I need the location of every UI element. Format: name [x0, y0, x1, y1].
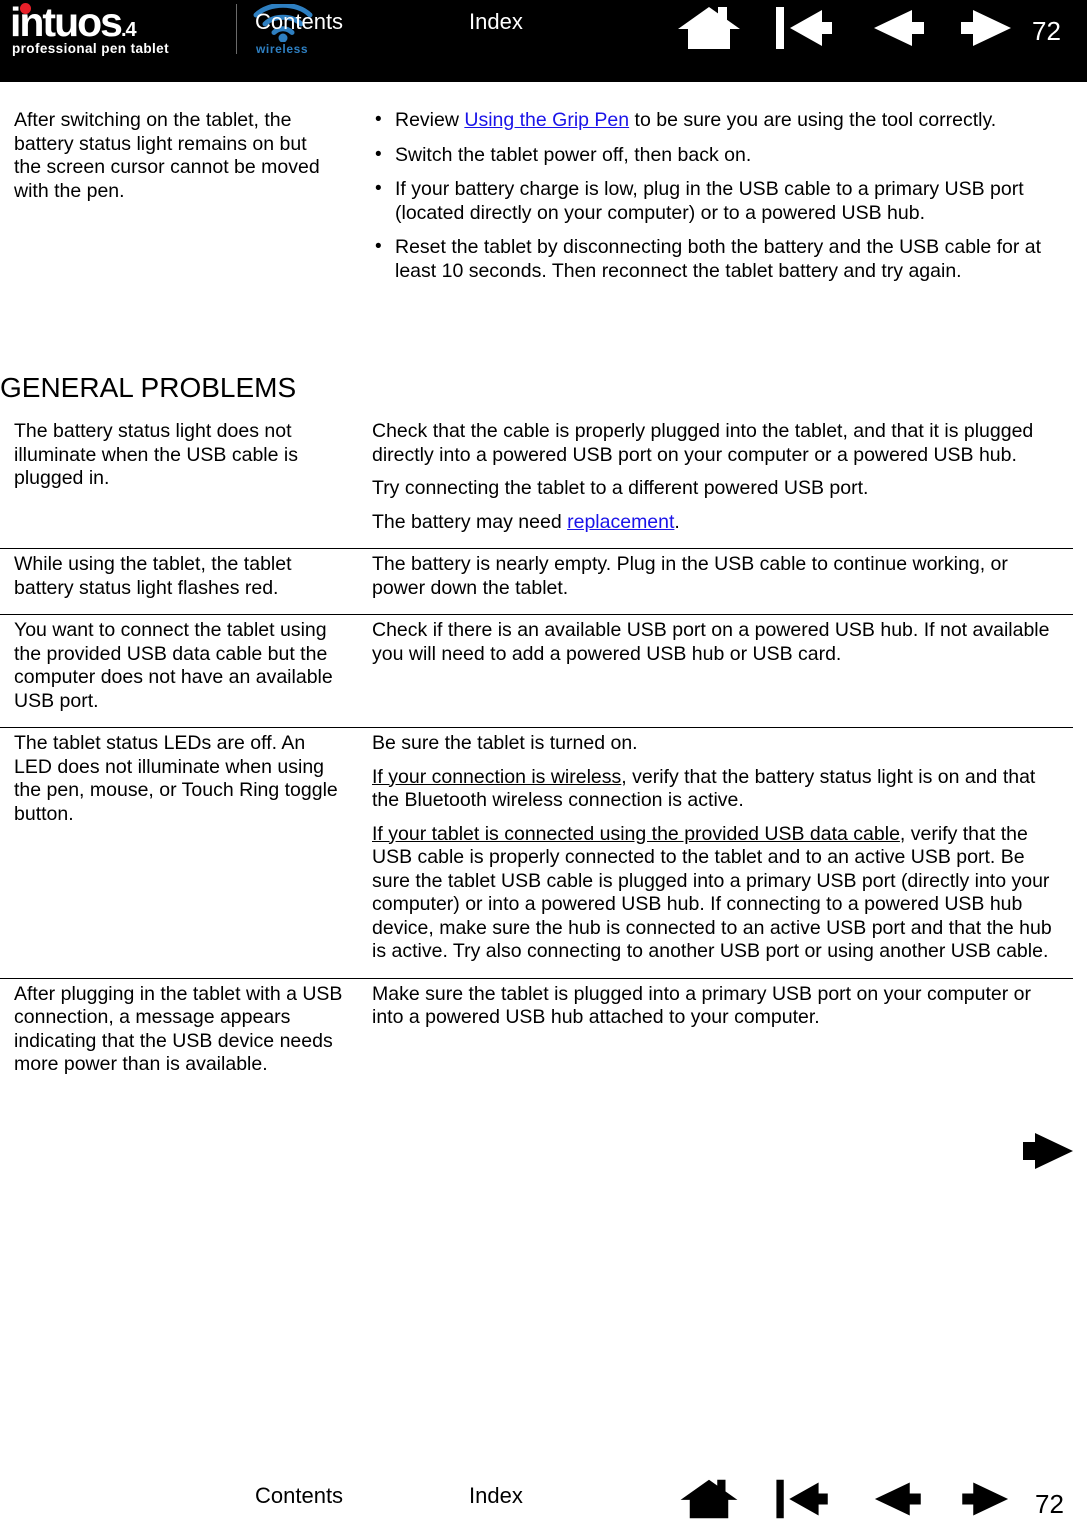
footer-home-icon[interactable]	[676, 1477, 742, 1521]
solution-text-pre: If your battery charge is low, plug in t…	[395, 178, 1024, 224]
footer-contents-link[interactable]: Contents	[255, 1485, 343, 1507]
table-row: The tablet status LEDs are off. An LED d…	[0, 727, 1073, 978]
table-cell-symptom: The battery status light does not illumi…	[14, 420, 298, 489]
solution-paragraph: If your tablet is connected using the pr…	[372, 823, 1063, 964]
header-next-page-icon[interactable]	[957, 4, 1019, 52]
table-cell-solution: Be sure the tablet is turned on. If your…	[358, 727, 1073, 978]
header-index-link[interactable]: Index	[469, 11, 523, 33]
list-item: If your battery charge is low, plug in t…	[348, 177, 1058, 225]
footer-previous-page-icon[interactable]	[866, 1477, 926, 1521]
solution-paragraph: The battery is nearly empty. Plug in the…	[372, 553, 1008, 599]
logo-tagline: professional pen tablet	[12, 41, 169, 56]
logo-model-number: .4	[120, 19, 137, 41]
logo-wordmark-text: intuos	[10, 0, 123, 45]
solution-paragraph: Be sure the tablet is turned on.	[372, 732, 638, 754]
table-cell-solution: Check that the cable is properly plugged…	[358, 416, 1073, 549]
intro-symptom: After switching on the tablet, the batte…	[14, 109, 320, 202]
solution-paragraph: Check that the cable is properly plugged…	[372, 420, 1034, 466]
footer-page-number: 72	[1035, 1489, 1064, 1519]
header-home-icon[interactable]	[674, 4, 744, 52]
jump-to-next-arrow-icon[interactable]	[1019, 1125, 1079, 1177]
table-cell-symptom: The tablet status LEDs are off. An LED d…	[0, 727, 358, 978]
solution-text-post: .	[674, 510, 680, 533]
table-row: While using the tablet, the tablet batte…	[0, 548, 1073, 615]
solution-text-post: to be sure you are using the tool correc…	[629, 109, 997, 131]
footer-index-link[interactable]: Index	[469, 1485, 523, 1507]
header-contents-link[interactable]: Contents	[255, 11, 343, 33]
wireless-label: wireless	[256, 42, 309, 56]
header-bar: intuos.4 professional pen tablet wireles…	[0, 0, 1087, 82]
list-item: Review Using the Grip Pen to be sure you…	[348, 108, 1058, 133]
usb-condition-text: If your tablet is connected using the pr…	[372, 822, 900, 845]
page-content: After switching on the tablet, the batte…	[0, 82, 1087, 1091]
solution-paragraph: Check if there is an available USB port …	[372, 619, 1050, 665]
section-heading-general-problems: GENERAL PROBLEMS	[0, 372, 297, 403]
troubleshooting-table: The battery status light does not illumi…	[0, 416, 1073, 1091]
header-previous-page-icon[interactable]	[866, 4, 928, 52]
solution-paragraph: If your connection is wireless, verify t…	[372, 766, 1063, 813]
table-cell-symptom: While using the tablet, the tablet batte…	[0, 548, 358, 615]
logo-divider	[236, 4, 237, 54]
solution-text-pre: Reset the tablet by disconnecting both t…	[395, 236, 1042, 282]
table-cell-symptom: After plugging in the tablet with a USB …	[0, 977, 358, 1091]
list-item: Reset the tablet by disconnecting both t…	[348, 235, 1058, 283]
solution-paragraph: Try connecting the tablet to a different…	[372, 477, 869, 499]
table-row: The battery status light does not illumi…	[0, 416, 1073, 549]
list-item: Switch the tablet power off, then back o…	[348, 143, 1058, 168]
table-cell-symptom: You want to connect the tablet using the…	[0, 614, 358, 728]
table-row: You want to connect the tablet using the…	[0, 614, 1073, 728]
intuos-logo: intuos.4 professional pen tablet	[8, 2, 230, 56]
footer-first-page-icon[interactable]	[773, 1477, 833, 1521]
solution-paragraph: The battery may need replacement.	[372, 511, 1063, 535]
table-cell-solution: Make sure the tablet is plugged into a p…	[358, 977, 1073, 1091]
solution-text-pre: Switch the tablet power off, then back o…	[395, 143, 752, 166]
intro-solutions: Review Using the Grip Pen to be sure you…	[348, 108, 1058, 294]
intro-block: After switching on the tablet, the batte…	[0, 108, 1087, 364]
replacement-link[interactable]: replacement	[567, 511, 674, 533]
table-row: After plugging in the tablet with a USB …	[0, 977, 1073, 1091]
table-cell-solution: The battery is nearly empty. Plug in the…	[358, 548, 1073, 615]
table-cell-solution: Check if there is an available USB port …	[358, 614, 1073, 728]
solution-paragraph: Make sure the tablet is plugged into a p…	[372, 982, 1031, 1029]
wireless-condition-text: If your connection is wireless	[372, 765, 622, 788]
footer-next-page-icon[interactable]	[957, 1477, 1017, 1521]
solution-text-pre: The battery may need	[372, 510, 568, 533]
intro-solution-list: Review Using the Grip Pen to be sure you…	[348, 108, 1058, 283]
footer-bar: Contents Index 72	[0, 1463, 1087, 1527]
header-page-number: 72	[1032, 16, 1061, 46]
solution-text-pre: Review	[395, 109, 465, 131]
header-first-page-icon[interactable]	[774, 4, 836, 52]
using-the-grip-pen-link[interactable]: Using the Grip Pen	[464, 109, 629, 131]
